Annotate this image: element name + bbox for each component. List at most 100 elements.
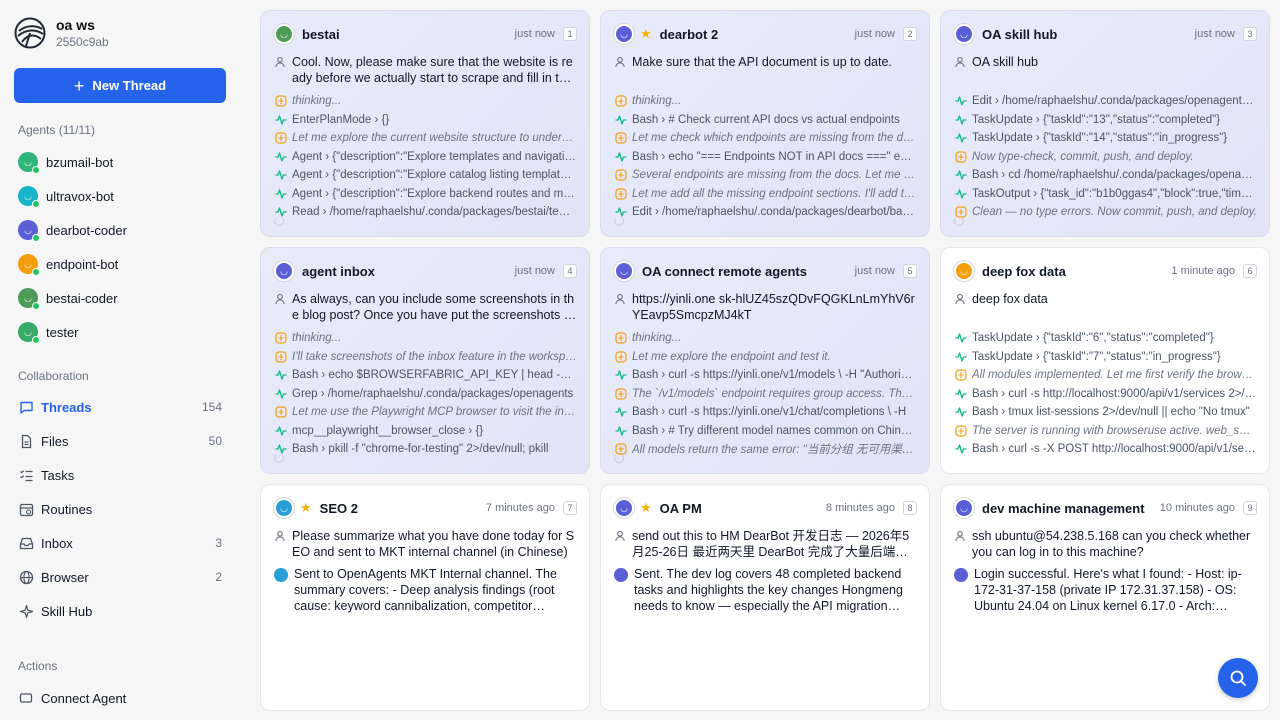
thread-prompt: send out this to HM DearBot 开发日志 — 2026年…: [614, 528, 917, 560]
reply-text: Sent to OpenAgents MKT Internal channel.…: [294, 567, 557, 613]
thread-agent-avatar: ◡: [614, 498, 634, 518]
thread-card[interactable]: ◡ bestai just now 1 Cool. Now, please make s…: [260, 10, 590, 237]
thread-timestamp: just now: [514, 28, 555, 40]
thread-card-header: ◡ OA connect remote agents just now 5: [614, 261, 917, 281]
nav-item-files[interactable]: Files 50: [18, 430, 222, 452]
agent-avatar: ◡: [18, 322, 40, 344]
nav-label: Browser: [41, 569, 89, 585]
thread-card[interactable]: ◡ agent inbox just now 4 As always, can you …: [260, 247, 590, 474]
activity-line: Let me add all the missing endpoint sect…: [614, 185, 917, 204]
agent-item[interactable]: ◡ dearbot-coder: [18, 219, 127, 242]
thinking-icon: [614, 188, 628, 200]
prompt-text: OA skill hub: [972, 55, 1039, 69]
thread-number-badge: 9: [1243, 501, 1257, 515]
thinking-icon: [614, 95, 628, 107]
tool-activity-icon: [274, 152, 288, 162]
nav-item-tasks[interactable]: Tasks: [18, 464, 222, 486]
search-fab-button[interactable]: [1218, 658, 1258, 698]
thread-card[interactable]: ◡ deep fox data 1 minute ago 6 deep fox data…: [940, 247, 1270, 474]
loading-spinner-icon: [274, 216, 284, 226]
star-icon[interactable]: ★: [640, 26, 652, 42]
thread-card[interactable]: ◡ ★ OA PM 8 minutes ago 8 send out this to HM…: [600, 484, 930, 711]
nav-item-routines[interactable]: Routines: [18, 498, 222, 520]
agent-avatar: ◡: [18, 152, 40, 174]
nav-label: Files: [41, 433, 69, 449]
workspace-header[interactable]: oa ws 2550c9ab: [14, 16, 109, 50]
bot-face-icon: ◡: [280, 502, 288, 513]
agent-item[interactable]: ◡ endpoint-bot: [18, 253, 118, 276]
activity-line: Agent › {"description":"Explore catalog …: [274, 166, 577, 185]
activity-text: All models return the same error: "当前分组 …: [632, 444, 917, 457]
activity-line: I'll take screenshots of the inbox featu…: [274, 348, 577, 367]
tool-activity-icon: [954, 389, 968, 399]
thinking-icon: [614, 388, 628, 400]
agent-avatar: ◡: [18, 254, 40, 276]
thread-title: OA PM: [659, 500, 702, 516]
prompt-text: Make sure that the API document is up to…: [632, 55, 892, 69]
tool-activity-icon: [274, 389, 288, 399]
thread-card[interactable]: ◡ OA skill hub just now 3 OA skill hub Edit ›…: [940, 10, 1270, 237]
agent-item[interactable]: ◡ bestai-coder: [18, 287, 118, 310]
activity-text: TaskUpdate › {"taskId":"6","status":"com…: [972, 332, 1214, 345]
thread-card[interactable]: ◡ OA connect remote agents just now 5 https:…: [600, 247, 930, 474]
nav-item-browser[interactable]: Browser 2: [18, 566, 222, 588]
thread-agent-avatar: ◡: [954, 24, 974, 44]
thinking-icon: [954, 151, 968, 163]
nav-item-skill-hub[interactable]: Skill Hub: [18, 600, 222, 622]
activity-line: EnterPlanMode › {}: [274, 111, 577, 130]
star-icon[interactable]: ★: [300, 500, 312, 516]
prompt-text: ssh ubuntu@54.238.5.168 can you check wh…: [972, 529, 1251, 559]
activity-line: Edit › /home/raphaelshu/.conda/packages/…: [954, 92, 1257, 111]
thread-title: dearbot 2: [659, 26, 719, 42]
bot-face-icon: ◡: [280, 265, 288, 276]
thread-card[interactable]: ◡ ★ SEO 2 7 minutes ago 7 Please summarize wh…: [260, 484, 590, 711]
thread-agent-avatar: ◡: [274, 498, 294, 518]
prompt-text: deep fox data: [972, 292, 1048, 306]
thread-agent-avatar: ◡: [954, 498, 974, 518]
activity-text: thinking...: [632, 332, 682, 345]
bot-face-icon: ◡: [960, 28, 968, 39]
thinking-icon: [274, 95, 288, 107]
thinking-icon: [274, 132, 288, 144]
activity-text: Agent › {"description":"Explore backend …: [292, 187, 577, 200]
tool-activity-icon: [274, 115, 288, 125]
activity-text: Bash › curl -s -X POST http://localhost:…: [972, 443, 1257, 456]
thread-title: agent inbox: [302, 263, 375, 279]
activity-line: Let me explore the endpoint and test it.: [614, 348, 917, 367]
bot-face-icon: ◡: [280, 28, 288, 39]
thread-timestamp: 10 minutes ago: [1159, 502, 1235, 514]
thinking-icon: [954, 425, 968, 437]
activity-line: Bash › # Check current API docs vs actua…: [614, 111, 917, 130]
collaboration-section-title: Collaboration: [18, 369, 89, 383]
activity-line: Bash › curl -s https://yinli.one/v1/chat…: [614, 403, 917, 422]
agent-item[interactable]: ◡ bzumail-bot: [18, 151, 113, 174]
thread-number-badge: 4: [563, 264, 577, 278]
activity-line: Bash › curl -s http://localhost:9000/api…: [954, 385, 1257, 404]
agent-avatar: ◡: [18, 186, 40, 208]
thread-title: OA skill hub: [982, 26, 1058, 42]
activity-text: TaskOutput › {"task_id":"b1b0ggas4","blo…: [972, 187, 1257, 200]
activity-text: Bash › pkill -f "chrome-for-testing" 2>/…: [292, 443, 549, 456]
thread-card-header: ◡ ★ OA PM 8 minutes ago 8: [614, 498, 917, 518]
user-icon: [954, 530, 968, 560]
thread-prompt: Please summarize what you have done toda…: [274, 528, 577, 560]
nav-item-inbox[interactable]: Inbox 3: [18, 532, 222, 554]
new-thread-button[interactable]: + New Thread: [14, 68, 226, 103]
activity-line: mcp__playwright__browser_close › {}: [274, 422, 577, 441]
agent-item[interactable]: ◡ ultravox-bot: [18, 185, 114, 208]
thread-card[interactable]: ◡ ★ dearbot 2 just now 2 Make sure that the A…: [600, 10, 930, 237]
online-status-dot: [32, 234, 40, 242]
workspace-logo-icon: [14, 17, 46, 49]
user-icon: [274, 56, 288, 86]
thread-title: SEO 2: [319, 500, 358, 516]
activity-text: Bash › cd /home/raphaelshu/.conda/packag…: [972, 169, 1257, 182]
agent-item[interactable]: ◡ tester: [18, 321, 79, 344]
star-icon[interactable]: ★: [640, 500, 652, 516]
connect-agent-action[interactable]: Connect Agent: [18, 687, 222, 709]
bot-face-icon: ◡: [960, 502, 968, 513]
thread-title: bestai: [302, 26, 340, 42]
activity-line: Agent › {"description":"Explore template…: [274, 148, 577, 167]
actions-section-title: Actions: [18, 659, 58, 673]
thread-timestamp: 8 minutes ago: [825, 502, 895, 514]
nav-item-threads[interactable]: Threads 154: [18, 396, 222, 418]
